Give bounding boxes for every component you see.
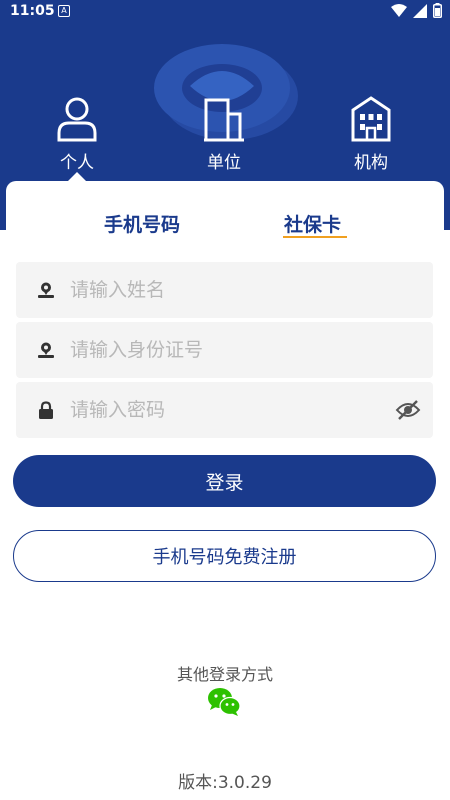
tab-unit[interactable]: 单位 [174, 96, 274, 176]
tab-label: 机构 [354, 153, 388, 173]
id-card-field [16, 322, 433, 378]
tab-label: 个人 [60, 153, 94, 173]
version-text: 版本:3.0.29 [178, 773, 272, 793]
notification-icon: A [58, 5, 70, 17]
building-icon [204, 98, 244, 142]
other-login-label: 其他登录方式 [176, 665, 273, 684]
name-input[interactable] [70, 270, 433, 310]
id-card-input[interactable] [70, 330, 433, 370]
login-button[interactable]: 登录 [13, 455, 436, 507]
tab-label: 单位 [207, 153, 241, 173]
eye-off-icon[interactable] [395, 397, 421, 423]
battery-icon [433, 3, 442, 18]
person-icon [57, 97, 97, 142]
user-pin-icon [38, 282, 54, 298]
lock-icon [39, 401, 53, 419]
tab-institution[interactable]: 机构 [321, 96, 421, 176]
password-field [16, 382, 433, 438]
status-bar: 11:05 A [0, 0, 450, 24]
user-pin-icon [38, 342, 54, 358]
wifi-icon [391, 3, 407, 17]
login-card [6, 181, 444, 251]
user-type-tabs: 个人 单位 机构 [0, 96, 450, 176]
signal-icon [413, 3, 427, 18]
password-input[interactable] [70, 390, 395, 430]
name-field [16, 262, 433, 318]
tab-personal[interactable]: 个人 [27, 96, 127, 176]
institution-icon [351, 96, 391, 142]
tab-social-security-card[interactable]: 社保卡 [284, 210, 341, 237]
tab-phone-number[interactable]: 手机号码 [104, 210, 180, 237]
register-button[interactable]: 手机号码免费注册 [13, 530, 436, 582]
wechat-icon[interactable] [207, 687, 241, 717]
status-time: 11:05 [10, 3, 55, 19]
tab-underline [283, 236, 347, 238]
